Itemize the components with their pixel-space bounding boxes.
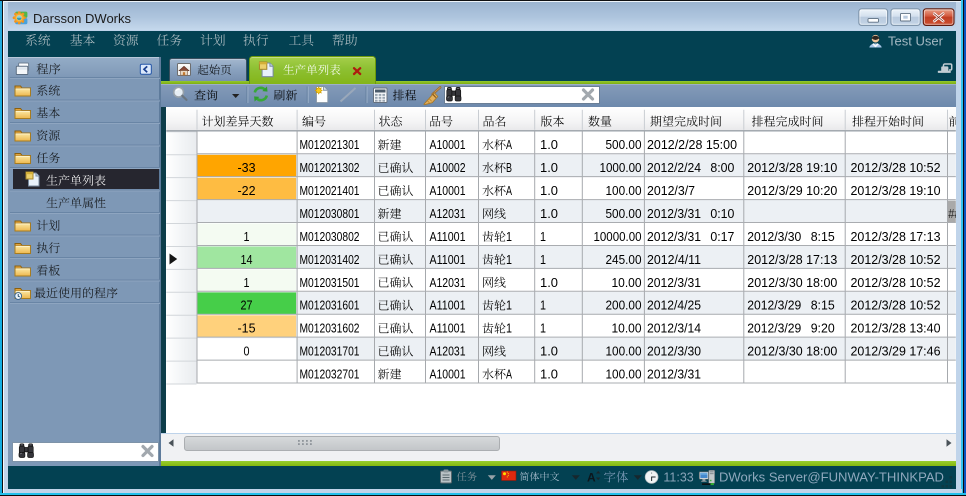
svg-text:10.00: 10.00 <box>612 321 642 336</box>
svg-text:2012/3/31: 2012/3/31 <box>647 206 701 221</box>
svg-text:2012/3/28 13:40: 2012/3/28 13:40 <box>851 321 941 336</box>
svg-text:10.00: 10.00 <box>612 275 642 290</box>
svg-text:8:15: 8:15 <box>811 298 835 313</box>
svg-text:2012/3/29 17:46: 2012/3/29 17:46 <box>851 344 941 359</box>
svg-text:2012/3/28 17:13: 2012/3/28 17:13 <box>747 252 837 267</box>
svg-text:A11001: A11001 <box>430 321 466 336</box>
svg-text:2012/3/30 18:00: 2012/3/30 18:00 <box>747 275 837 290</box>
svg-text:2012/3/31: 2012/3/31 <box>647 275 701 290</box>
svg-text:2012/3/31: 2012/3/31 <box>647 229 701 244</box>
svg-text:100.00: 100.00 <box>606 183 642 198</box>
svg-text:M012031701: M012031701 <box>300 344 360 359</box>
svg-text:M012031601: M012031601 <box>300 298 360 313</box>
svg-text:A10001: A10001 <box>430 367 466 382</box>
svg-text:1.0: 1.0 <box>540 367 558 382</box>
svg-text:2012/3/28 17:13: 2012/3/28 17:13 <box>851 229 941 244</box>
svg-text:2012/3/30: 2012/3/30 <box>647 344 701 359</box>
svg-text:9:20: 9:20 <box>811 321 835 336</box>
svg-text:A12031: A12031 <box>430 344 466 359</box>
svg-text:1: 1 <box>244 229 250 244</box>
svg-text:A: A <box>506 367 512 382</box>
svg-text:A: A <box>506 137 512 152</box>
svg-text:2012/3/28 10:52: 2012/3/28 10:52 <box>851 298 941 313</box>
svg-text:2012/3/14: 2012/3/14 <box>647 321 701 336</box>
svg-text:M012021302: M012021302 <box>300 160 360 175</box>
svg-text:0:17: 0:17 <box>710 229 734 244</box>
svg-text:500.00: 500.00 <box>606 206 642 221</box>
svg-text:245.00: 245.00 <box>606 252 642 267</box>
svg-text:Test User: Test User <box>888 34 944 49</box>
svg-text:1: 1 <box>540 229 546 244</box>
svg-text:100.00: 100.00 <box>606 344 642 359</box>
svg-text:200.00: 200.00 <box>606 298 642 313</box>
svg-text:2012/3/28 19:10: 2012/3/28 19:10 <box>747 160 837 175</box>
svg-text:A11001: A11001 <box>430 298 466 313</box>
svg-text:1.0: 1.0 <box>540 344 558 359</box>
svg-text:2012/2/24: 2012/2/24 <box>647 160 701 175</box>
svg-text:2012/3/30 18:00: 2012/3/30 18:00 <box>747 344 837 359</box>
svg-text:M012031602: M012031602 <box>300 321 360 336</box>
svg-text:2012/3/28 10:52: 2012/3/28 10:52 <box>851 275 941 290</box>
svg-text:8:15: 8:15 <box>811 229 835 244</box>
svg-text:-33: -33 <box>238 160 256 175</box>
svg-text:1.0: 1.0 <box>540 183 558 198</box>
svg-text:A10002: A10002 <box>430 160 466 175</box>
svg-text:M012031402: M012031402 <box>300 252 360 267</box>
svg-text:2012/3/29: 2012/3/29 <box>747 298 801 313</box>
svg-text:A12031: A12031 <box>430 275 466 290</box>
svg-text:M012030801: M012030801 <box>300 206 360 221</box>
svg-text:1: 1 <box>506 229 512 244</box>
svg-text:1: 1 <box>540 298 546 313</box>
svg-text:1000.00: 1000.00 <box>600 160 642 175</box>
svg-text:27: 27 <box>241 298 253 313</box>
svg-text:2012/3/28 10:52: 2012/3/28 10:52 <box>851 160 941 175</box>
svg-text:0:10: 0:10 <box>710 206 734 221</box>
svg-text:14: 14 <box>241 252 253 267</box>
svg-text:2012/3/28 19:10: 2012/3/28 19:10 <box>851 183 941 198</box>
svg-text:A11001: A11001 <box>430 252 466 267</box>
svg-text:1: 1 <box>506 298 512 313</box>
svg-text:1: 1 <box>506 321 512 336</box>
svg-text:1.0: 1.0 <box>540 206 558 221</box>
svg-text:A: A <box>587 471 596 485</box>
svg-text:M012021301: M012021301 <box>300 137 360 152</box>
svg-text:2012/4/11: 2012/4/11 <box>647 252 701 267</box>
svg-text:2012/3/29: 2012/3/29 <box>747 321 801 336</box>
svg-text:11:33: 11:33 <box>663 470 693 484</box>
svg-text:100.00: 100.00 <box>606 367 642 382</box>
svg-text:2012/3/30: 2012/3/30 <box>747 229 801 244</box>
svg-text:DWorks Server@FUNWAY-THINKPAD: DWorks Server@FUNWAY-THINKPAD <box>719 470 944 485</box>
svg-text:500.00: 500.00 <box>606 137 642 152</box>
svg-text:M012031501: M012031501 <box>300 275 360 290</box>
svg-text:1: 1 <box>244 275 250 290</box>
svg-text:2012/3/29 10:20: 2012/3/29 10:20 <box>747 183 837 198</box>
svg-text:M012032701: M012032701 <box>300 367 360 382</box>
svg-text:1: 1 <box>506 252 512 267</box>
svg-text:A: A <box>506 183 512 198</box>
svg-text:2012/4/25: 2012/4/25 <box>647 298 701 313</box>
svg-text:M012030802: M012030802 <box>300 229 360 244</box>
svg-text:0: 0 <box>244 344 250 359</box>
svg-text:8:00: 8:00 <box>710 160 734 175</box>
svg-text:M012021401: M012021401 <box>300 183 360 198</box>
svg-text:2012/3/31: 2012/3/31 <box>647 367 701 382</box>
svg-text:-22: -22 <box>238 183 256 198</box>
svg-text:B: B <box>506 160 512 175</box>
svg-text:1.0: 1.0 <box>540 275 558 290</box>
svg-text:A12031: A12031 <box>430 206 466 221</box>
svg-text:1.0: 1.0 <box>540 160 558 175</box>
svg-text:1: 1 <box>540 252 546 267</box>
svg-text:2012/3/7: 2012/3/7 <box>647 183 695 198</box>
svg-text:A10001: A10001 <box>430 137 466 152</box>
svg-text:10000.00: 10000.00 <box>594 229 642 244</box>
svg-text:2012/3/28 10:52: 2012/3/28 10:52 <box>851 252 941 267</box>
svg-text:1: 1 <box>540 321 546 336</box>
svg-text:A10001: A10001 <box>430 183 466 198</box>
svg-text:2012/2/28 15:00: 2012/2/28 15:00 <box>647 137 737 152</box>
svg-text:A11001: A11001 <box>430 229 466 244</box>
svg-text:1.0: 1.0 <box>540 137 558 152</box>
svg-text:-15: -15 <box>238 321 256 336</box>
